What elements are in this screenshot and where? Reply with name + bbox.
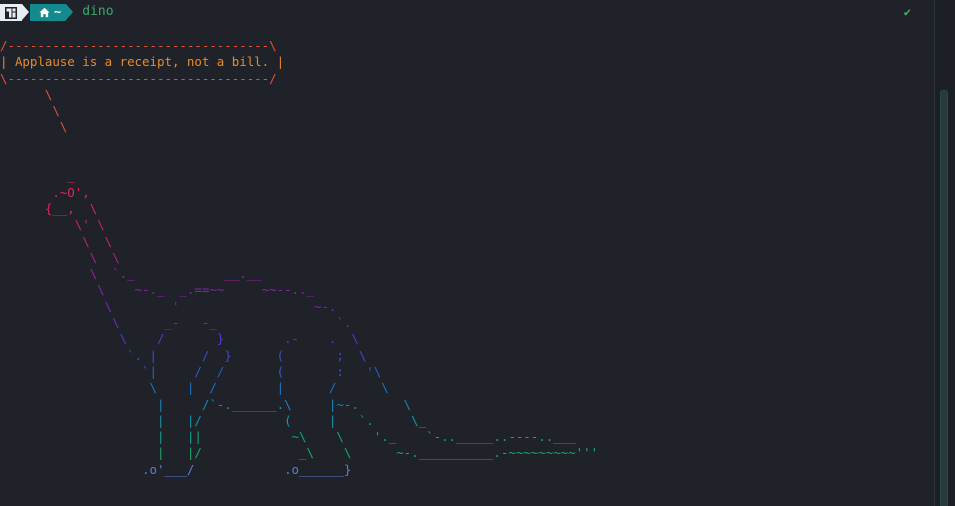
output-line: | |/ _\ \ ~-.__________.-~~~~~~~~~''' <box>0 445 599 461</box>
output-line: \ \ <box>0 249 120 265</box>
output-line: .o'___/ .o______} <box>0 461 352 477</box>
output-line: \ `._ __.__ <box>0 266 262 282</box>
output-line: `| / / ( : '\ <box>0 363 382 379</box>
output-line: .~O', <box>0 184 90 200</box>
output-line: | |/ ( | `. \_ <box>0 412 427 428</box>
os-segment <box>0 4 29 21</box>
manjaro-logo-icon <box>5 6 17 19</box>
output-line: \ / } .- . \ <box>0 331 359 347</box>
current-path: ~ <box>54 5 62 20</box>
vertical-scrollbar[interactable] <box>934 0 955 506</box>
output-line: \ ~-._ _.==~~ ~~--.._ <box>0 282 314 298</box>
output-line: \ <box>0 103 60 119</box>
output-line: _ <box>0 168 75 184</box>
output-line: \-----------------------------------/ <box>0 70 277 86</box>
output-line: \ \ <box>0 233 113 249</box>
output-line: /-----------------------------------\ <box>0 38 277 53</box>
command-output: /-----------------------------------\ | … <box>0 38 598 478</box>
scrollbar-thumb[interactable] <box>940 90 948 506</box>
output-line: \ _- -_ `. <box>0 315 352 331</box>
output-line: \ <box>0 86 53 102</box>
output-line: `. | / } ( ; \ <box>0 347 367 363</box>
path-segment: ~ <box>30 4 74 21</box>
output-line: \ | / | / \ <box>0 380 389 396</box>
output-line: {__, \ <box>0 200 98 216</box>
output-line: | || ~\ \ '._ `-.._____..----..___ <box>0 429 576 445</box>
terminal-window[interactable]: ~ dino ✔ /------------------------------… <box>0 0 935 506</box>
status-check-icon: ✔ <box>903 5 911 19</box>
output-line: | /`-.______.\ |~-. \ <box>0 396 412 412</box>
output-line: \ ' ~-. <box>0 298 337 314</box>
output-line: \ <box>0 119 68 135</box>
output-line: | Applause is a receipt, not a bill. | <box>0 54 285 70</box>
home-icon <box>39 7 54 18</box>
output-line: \' \ <box>0 217 105 233</box>
shell-prompt: ~ dino <box>0 4 114 21</box>
command-text: dino <box>82 4 114 20</box>
